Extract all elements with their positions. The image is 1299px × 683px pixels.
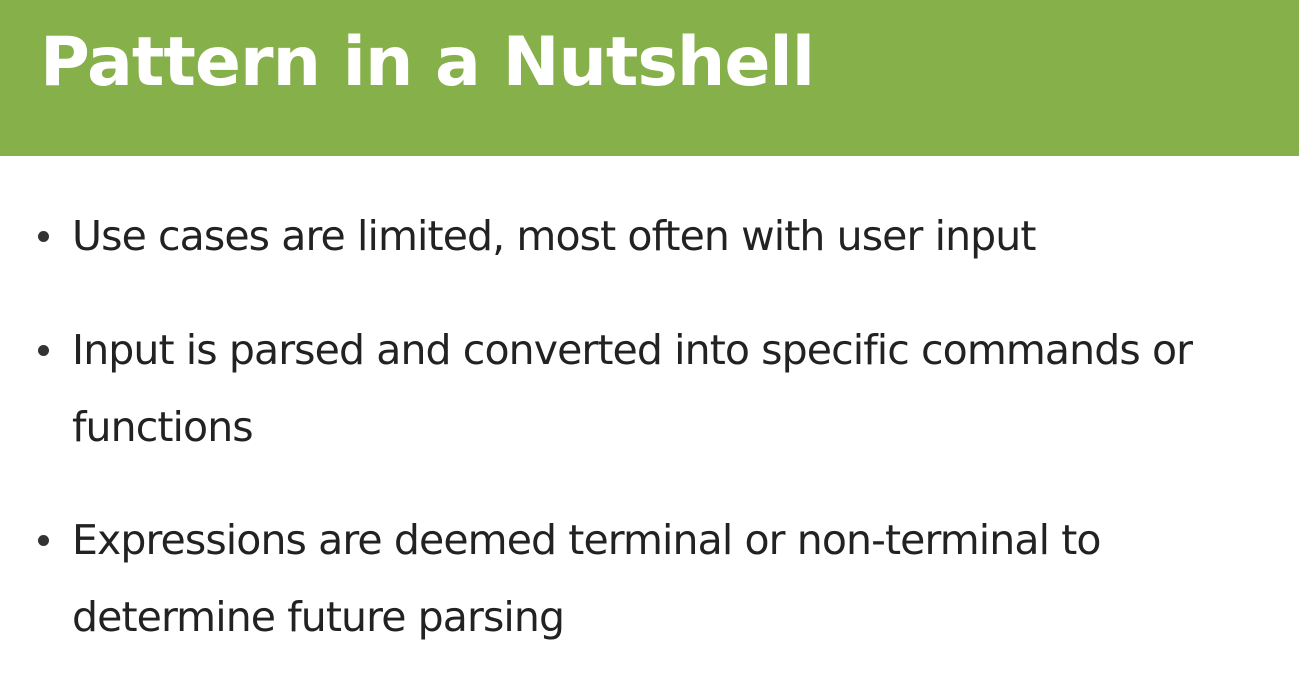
- bullet-text: Use cases are limited, most often with u…: [72, 212, 1036, 260]
- bullet-dot-icon: [38, 345, 49, 356]
- bullet-text: Input is parsed and converted into speci…: [72, 326, 1193, 451]
- bullet-dot-icon: [38, 535, 49, 546]
- bullet-dot-icon: [38, 231, 49, 242]
- bullet-text: Expressions are deemed terminal or non-t…: [72, 516, 1101, 641]
- bullet-list: Use cases are limited, most often with u…: [0, 0, 1299, 683]
